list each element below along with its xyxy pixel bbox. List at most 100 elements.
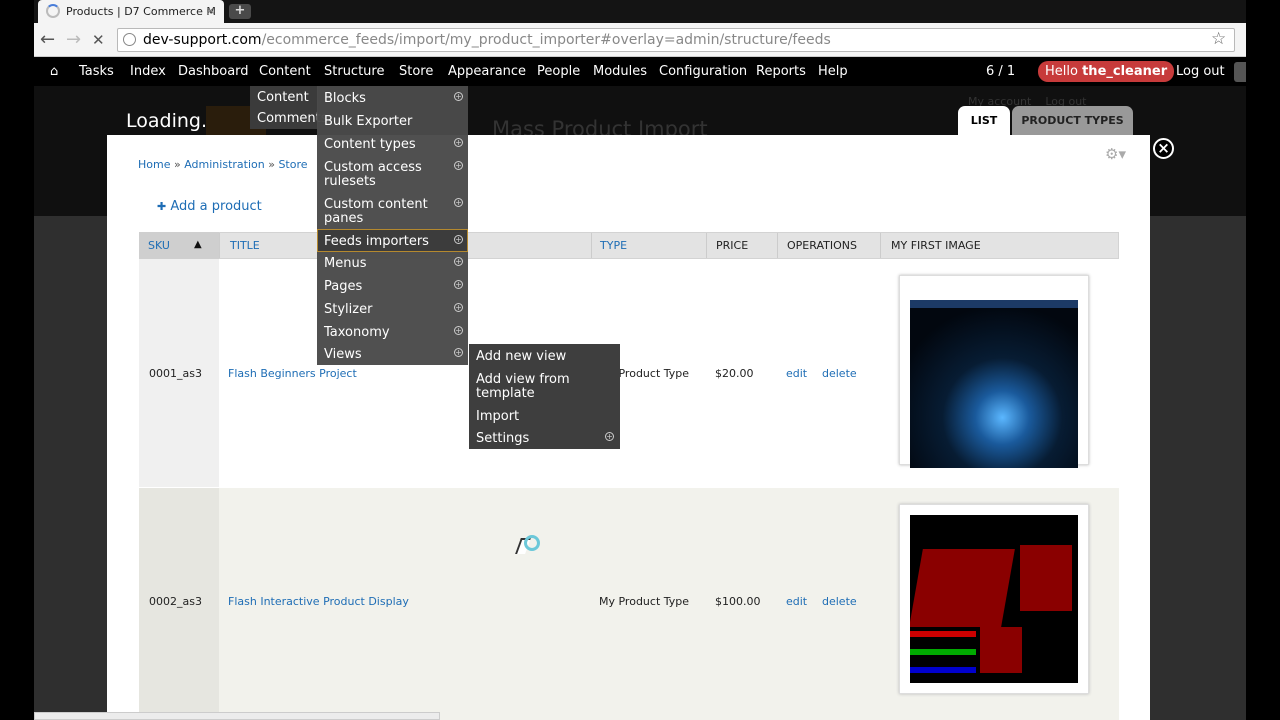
admin-menu-store[interactable]: Store [399, 57, 433, 86]
delete-link[interactable]: delete [822, 367, 857, 380]
menu-item-views[interactable]: Views [324, 348, 362, 362]
row-sku: 0002_as3 [149, 595, 202, 608]
loading-text: Loading. [126, 110, 208, 132]
column-header-type[interactable]: TYPE [600, 239, 627, 252]
product-image-thumbnail[interactable] [899, 275, 1089, 468]
product-image [910, 300, 1078, 468]
stop-loading-icon[interactable]: ✕ [92, 30, 105, 50]
expand-icon: + [454, 138, 463, 147]
admin-menu-dashboard[interactable]: Dashboard [178, 57, 249, 86]
admin-menu-index[interactable]: Index [130, 57, 166, 86]
admin-menu-tasks[interactable]: Tasks [79, 57, 114, 86]
breadcrumb-home[interactable]: Home [138, 158, 170, 171]
column-divider [777, 233, 778, 258]
expand-icon: + [454, 348, 463, 357]
column-divider [706, 233, 707, 258]
url-path: /ecommerce_feeds/import/my_product_impor… [261, 32, 831, 48]
breadcrumb: Home » Administration » Store [138, 158, 308, 171]
globe-icon [123, 33, 136, 46]
plus-icon: ✚ [157, 200, 167, 213]
menu-item-taxonomy[interactable]: Taxonomy [324, 326, 390, 340]
menu-item-settings[interactable]: Settings [476, 432, 529, 446]
column-header-operations: OPERATIONS [787, 239, 857, 252]
menu-item-bulk-exporter[interactable]: Bulk Exporter [324, 115, 412, 129]
column-divider [880, 233, 881, 258]
expand-icon: + [454, 257, 463, 266]
admin-menu-configuration[interactable]: Configuration [659, 57, 747, 86]
row-type: My Product Type [599, 595, 690, 608]
screen: Products | D7 Commerce M × + ← → ✕ dev-s… [0, 0, 1280, 720]
delete-link[interactable]: delete [822, 595, 857, 608]
menu-item-stylizer[interactable]: Stylizer [324, 303, 372, 317]
breadcrumb-separator: » [264, 158, 279, 171]
close-overlay-icon[interactable]: × [1153, 138, 1174, 159]
product-image [910, 515, 1078, 683]
sort-ascending-icon: ▲ [194, 239, 202, 250]
expand-icon: + [454, 161, 463, 170]
column-divider [591, 233, 592, 258]
edit-link[interactable]: edit [786, 367, 807, 380]
column-header-price: PRICE [716, 239, 749, 252]
menu-item-content[interactable]: Content [257, 91, 309, 105]
admin-menu-reports[interactable]: Reports [756, 57, 806, 86]
row-title-link[interactable]: Flash Beginners Project [228, 367, 357, 380]
new-tab-button[interactable]: + [229, 4, 251, 19]
edit-link[interactable]: edit [786, 595, 807, 608]
admin-menu-people[interactable]: People [537, 57, 580, 86]
hello-user-badge[interactable]: Hello the_cleaner [1038, 61, 1175, 82]
url-host: dev-support.com [143, 32, 262, 48]
tab-title: Products | D7 Commerce M [66, 5, 216, 18]
admin-menu-structure[interactable]: Structure [324, 57, 384, 86]
menu-item-content-types[interactable]: Content types [324, 138, 416, 152]
expand-icon: + [454, 92, 463, 101]
menu-item-add-view-from-template[interactable]: Add view from template [476, 373, 586, 401]
loading-spinner-icon [46, 4, 60, 18]
close-tab-icon[interactable]: × [206, 4, 215, 17]
back-arrow-icon[interactable]: ← [40, 30, 55, 50]
column-header-title[interactable]: TITLE [230, 239, 260, 252]
row-price: $100.00 [715, 595, 761, 608]
menu-item-add-new-view[interactable]: Add new view [476, 350, 566, 364]
username: the_cleaner [1082, 64, 1168, 79]
breadcrumb-administration[interactable]: Administration [184, 158, 265, 171]
row-title-link[interactable]: Flash Interactive Product Display [228, 595, 409, 608]
tab-list[interactable]: LIST [958, 106, 1010, 135]
menu-item-import[interactable]: Import [476, 410, 519, 424]
menu-item-menus[interactable]: Menus [324, 257, 366, 271]
bookmark-star-icon[interactable]: ☆ [1211, 29, 1226, 49]
row-price: $20.00 [715, 367, 754, 380]
tab-product-types[interactable]: PRODUCT TYPES [1012, 106, 1133, 135]
admin-menu-help[interactable]: Help [818, 57, 848, 86]
hello-prefix: Hello [1045, 64, 1083, 79]
menu-item-blocks[interactable]: Blocks [324, 92, 366, 106]
menu-item-custom-content-panes[interactable]: Custom content panes [324, 198, 444, 226]
admin-menu-content[interactable]: Content [259, 57, 311, 86]
home-icon[interactable]: ⌂ [50, 57, 58, 86]
admin-bar-toggle[interactable] [1234, 62, 1246, 82]
browser-tab[interactable]: Products | D7 Commerce M [38, 0, 224, 23]
gear-icon[interactable]: ⚙▾ [1105, 145, 1126, 163]
breadcrumb-store[interactable]: Store [278, 158, 307, 171]
address-bar[interactable]: dev-support.com/ecommerce_feeds/import/m… [117, 28, 1235, 52]
column-divider [219, 233, 220, 258]
column-header-image: MY FIRST IMAGE [891, 239, 981, 252]
menu-item-feeds-importers[interactable]: Feeds importers [324, 235, 429, 249]
admin-logout-link[interactable]: Log out [1176, 57, 1225, 86]
add-product-link[interactable]: ✚ Add a product [157, 199, 262, 214]
busy-cursor-icon [524, 535, 540, 551]
product-image-thumbnail[interactable] [899, 504, 1089, 694]
expand-icon: + [454, 326, 463, 335]
expand-icon: + [454, 198, 463, 207]
admin-menu-appearance[interactable]: Appearance [448, 57, 526, 86]
forward-arrow-icon[interactable]: → [66, 30, 81, 50]
admin-menu-modules[interactable]: Modules [593, 57, 647, 86]
expand-icon: + [454, 303, 463, 312]
breadcrumb-separator: » [170, 158, 185, 171]
menu-item-custom-access-rulesets[interactable]: Custom access rulesets [324, 161, 444, 189]
expand-icon: + [605, 432, 614, 441]
column-header-sku[interactable]: SKU [148, 239, 170, 252]
row-sku: 0001_as3 [149, 367, 202, 380]
menu-item-pages[interactable]: Pages [324, 280, 362, 294]
add-product-label: Add a product [170, 199, 262, 214]
browser-status-bar [34, 712, 440, 720]
